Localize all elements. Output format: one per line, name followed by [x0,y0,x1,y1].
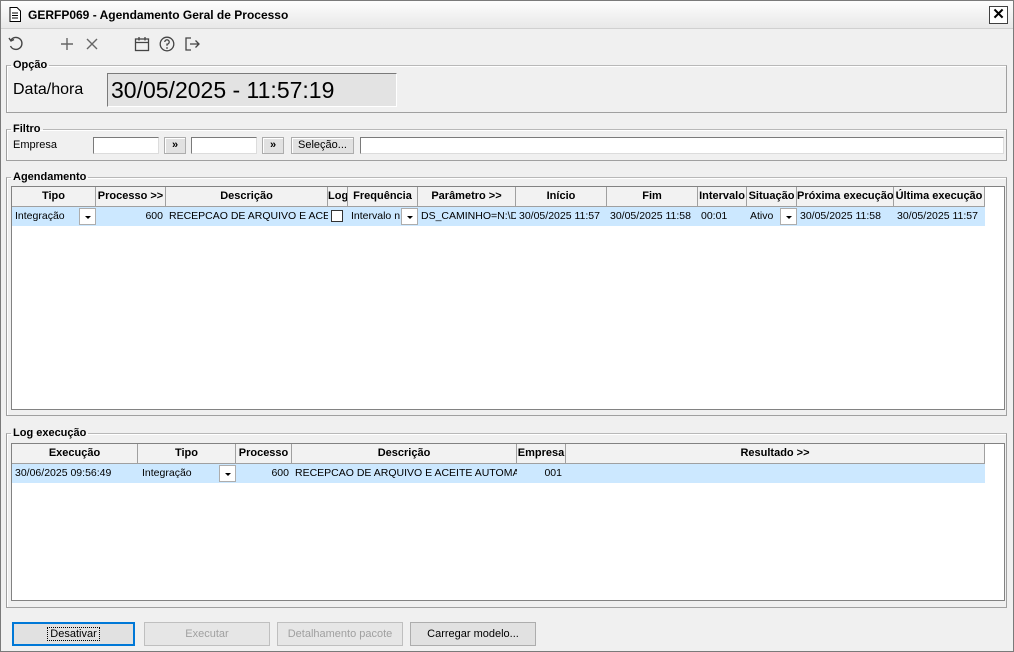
cell-fim: 30/05/2025 11:58 [610,210,691,222]
cell-intervalo: 00:01 [701,210,728,222]
executar-button[interactable]: Executar [144,622,270,646]
cell-log-processo: 600 [271,467,289,479]
add-icon[interactable] [58,35,76,53]
title-bar: GERFP069 - Agendamento Geral de Processo… [1,1,1013,29]
cell-log-tipo: Integração [142,467,192,479]
col-fim[interactable]: Fim [607,187,698,207]
col-ultima-execucao[interactable]: Última execução [894,187,985,207]
tipo-dropdown[interactable] [79,208,96,225]
col-proxima-execucao[interactable]: Próxima execução [797,187,894,207]
carregar-modelo-button[interactable]: Carregar modelo... [410,622,536,646]
refresh-icon[interactable] [7,35,25,53]
empresa-to-lookup-button[interactable]: » [262,137,284,154]
cell-frequencia: Intervalo n [351,210,401,222]
table-row[interactable]: 30/06/2025 09:56:49 Integração 600 RECEP… [12,464,985,483]
delete-icon[interactable] [83,35,101,53]
cell-log-empresa: 001 [544,467,562,479]
col-processo[interactable]: Processo >> [96,187,166,207]
cell-resultado [566,464,985,483]
agendamento-grid[interactable]: Tipo Processo >> Descrição Log Frequênci… [11,186,1005,410]
exit-icon[interactable] [183,35,201,53]
desativar-button[interactable]: Desativar [12,622,135,646]
frequencia-dropdown[interactable] [401,208,418,225]
col-execucao[interactable]: Execução [12,444,138,464]
cell-inicio: 30/05/2025 11:57 [519,210,600,222]
empresa-to-input[interactable] [191,137,257,154]
help-icon[interactable] [158,35,176,53]
col-parametro[interactable]: Parâmetro >> [418,187,516,207]
col-tipo[interactable]: Tipo [12,187,96,207]
detalhamento-pacote-button[interactable]: Detalhamento pacote [277,622,403,646]
col-descricao[interactable]: Descrição [166,187,328,207]
main-window: GERFP069 - Agendamento Geral de Processo… [0,0,1014,652]
col-inicio[interactable]: Início [516,187,607,207]
cell-tipo: Integração [15,210,65,222]
col-log-empresa[interactable]: Empresa [517,444,566,464]
desativar-label: Desativar [47,627,100,641]
col-log[interactable]: Log [328,187,348,207]
cell-parametro: DS_CAMINHO=N:\D [421,210,516,222]
col-log-descricao[interactable]: Descrição [292,444,517,464]
col-intervalo[interactable]: Intervalo [698,187,747,207]
selecao-text [360,137,1004,154]
log-tipo-dropdown[interactable] [219,465,236,482]
cell-execucao: 30/06/2025 09:56:49 [15,467,112,479]
empresa-label: Empresa [13,139,58,151]
calendar-icon[interactable] [133,35,151,53]
log-legend: Log execução [13,427,87,439]
toolbar [1,30,1013,58]
col-log-tipo[interactable]: Tipo [138,444,236,464]
filtro-legend: Filtro [13,123,41,135]
empresa-from-input[interactable] [93,137,159,154]
cell-processo: 600 [145,210,163,222]
cell-proxima-execucao: 30/05/2025 11:58 [800,210,881,222]
document-icon [9,7,21,22]
agendamento-legend: Agendamento [13,171,87,183]
col-frequencia[interactable]: Frequência [348,187,418,207]
datahora-label: Data/hora [13,81,84,98]
situacao-dropdown[interactable] [780,208,797,225]
cell-log-descricao: RECEPCAO DE ARQUIVO E ACEITE AUTOMATICO [295,467,517,479]
col-log-processo[interactable]: Processo [236,444,292,464]
cell-ultima-execucao: 30/05/2025 11:57 [897,210,978,222]
log-grid[interactable]: Execução Tipo Processo Descrição Empresa… [11,443,1005,601]
col-situacao[interactable]: Situação [747,187,797,207]
datahora-field: 30/05/2025 - 11:57:19 [107,73,397,107]
selecao-button[interactable]: Seleção... [291,137,354,154]
col-resultado[interactable]: Resultado >> [566,444,985,464]
window-title: GERFP069 - Agendamento Geral de Processo [28,8,289,22]
close-button[interactable]: ✕ [989,6,1008,24]
log-checkbox[interactable] [331,210,343,222]
table-row[interactable]: Integração 600 RECEPCAO DE ARQUIVO E ACE… [12,207,985,226]
opcao-legend: Opção [13,59,48,71]
cell-situacao: Ativo [750,210,774,222]
empresa-from-lookup-button[interactable]: » [164,137,186,154]
cell-descricao: RECEPCAO DE ARQUIVO E ACEITE AUTOMATICO [169,210,328,222]
